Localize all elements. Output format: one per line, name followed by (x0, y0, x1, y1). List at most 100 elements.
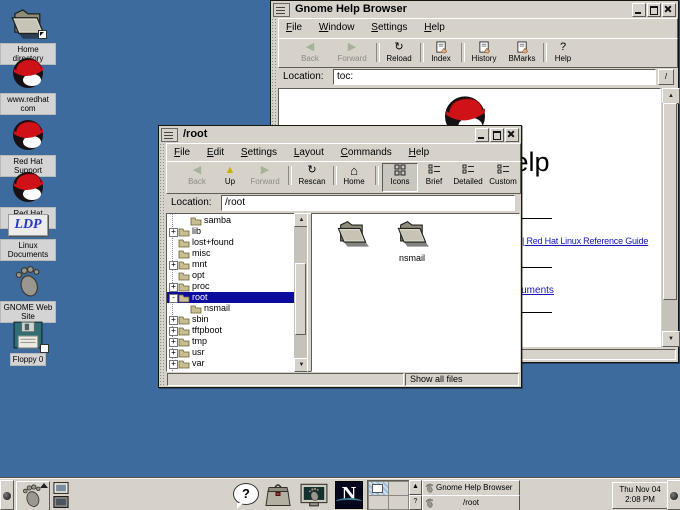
expander-icon[interactable]: + (169, 327, 178, 336)
help-icon: ? (548, 41, 578, 54)
expander-icon[interactable]: + (169, 360, 178, 369)
file-window-titlebar[interactable]: /root (159, 126, 521, 144)
scrollbar-thumb[interactable] (663, 103, 677, 300)
menu-file[interactable]: File (167, 144, 197, 160)
expander-icon[interactable]: + (169, 349, 178, 358)
close-button[interactable] (505, 128, 519, 142)
tree-item-var[interactable]: + var (167, 358, 295, 369)
menu-help[interactable]: Help (417, 19, 452, 35)
file-icon-pane[interactable]: nsmail (311, 213, 520, 372)
pager-desk-1-active[interactable] (368, 481, 389, 496)
panel-hide-left-button[interactable] (0, 480, 14, 510)
menu-commands[interactable]: Commands (334, 144, 399, 160)
desktop-icon-gnome-web-site[interactable]: GNOME Web Site (0, 264, 56, 323)
directory-tree-pane[interactable]: samba + lib lost+found misc + (166, 213, 296, 372)
home-button[interactable]: ⌂ Home (338, 164, 370, 186)
main-menu-button[interactable] (16, 481, 50, 510)
tree-item-tftpboot[interactable]: + tftpboot (167, 325, 295, 336)
index-icon (425, 41, 457, 54)
tree-item-opt[interactable]: opt (167, 270, 295, 281)
desktop-pager[interactable] (367, 480, 411, 510)
tree-item-nsmail[interactable]: nsmail (167, 303, 295, 314)
location-input[interactable]: toc: (333, 69, 656, 85)
expander-icon[interactable]: + (169, 283, 178, 292)
back-button[interactable]: ◀ Back (181, 164, 213, 186)
maximize-button[interactable] (490, 128, 504, 142)
desktop-icon-www-redhat-com[interactable]: www.redhat com (0, 54, 56, 115)
reload-button[interactable]: ↻ Reload (381, 41, 417, 63)
config-tool-launcher[interactable] (264, 481, 292, 509)
menu-help[interactable]: Help (402, 144, 437, 160)
reference-guide-link[interactable]: | Red Hat Linux Reference Guide (522, 236, 648, 246)
toolbar-separator (333, 166, 337, 185)
tree-item-lost-found[interactable]: lost+found (167, 237, 295, 248)
minimize-button[interactable] (475, 128, 489, 142)
terminal-launcher[interactable] (300, 481, 328, 509)
menu-file[interactable]: File (279, 19, 309, 35)
monitor-icon (53, 482, 69, 494)
back-button[interactable]: ◀ Back (292, 41, 328, 63)
file-item[interactable] (326, 218, 378, 253)
pager-desk-3[interactable] (368, 495, 389, 510)
brief-view-button[interactable]: Brief (420, 164, 448, 186)
forward-button[interactable]: ▶ Forward (331, 41, 373, 63)
tree-item-mnt[interactable]: + mnt (167, 259, 295, 270)
panel-hide-right-button[interactable] (667, 480, 680, 510)
task-button-root[interactable]: /root (422, 495, 520, 510)
tree-item-usr[interactable]: + usr (167, 347, 295, 358)
expander-icon[interactable]: - (169, 294, 178, 303)
expander-icon[interactable]: + (169, 316, 178, 325)
file-item-nsmail[interactable]: nsmail (386, 218, 438, 263)
monitor-applet[interactable] (53, 495, 69, 510)
close-button[interactable] (662, 3, 676, 17)
icons-view-button[interactable]: Icons (382, 163, 418, 192)
tree-item-proc[interactable]: + proc (167, 281, 295, 292)
help-launcher[interactable]: ? (233, 481, 261, 509)
tree-item-root-selected[interactable]: - root (167, 292, 295, 303)
location-dropdown-button[interactable]: / (658, 69, 674, 85)
expander-icon[interactable]: + (169, 338, 178, 347)
menu-settings[interactable]: Settings (364, 19, 414, 35)
scroll-up-icon[interactable]: ▲ (662, 88, 680, 104)
detailed-view-button[interactable]: Detailed (450, 164, 486, 186)
custom-view-button[interactable]: Custom (485, 164, 521, 186)
up-button[interactable]: ▲ Up (217, 164, 243, 186)
netscape-launcher[interactable]: N (335, 481, 363, 509)
menu-layout[interactable]: Layout (287, 144, 331, 160)
window-menu-icon[interactable] (273, 3, 290, 17)
help-scrollbar[interactable]: ▲ ▼ (662, 88, 678, 347)
maximize-button[interactable] (647, 3, 661, 17)
minimize-button[interactable] (632, 3, 646, 17)
index-button[interactable]: Index (425, 41, 457, 63)
tree-item-tmp[interactable]: + tmp (167, 336, 295, 347)
menu-window[interactable]: Window (312, 19, 362, 35)
pager-desk-4[interactable] (388, 495, 409, 510)
menu-settings[interactable]: Settings (234, 144, 284, 160)
clock-applet[interactable]: Thu Nov 04 2:08 PM (612, 482, 668, 509)
task-button-help-browser[interactable]: Gnome Help Browser (422, 480, 520, 496)
menu-edit[interactable]: Edit (200, 144, 231, 160)
tree-item-sbin[interactable]: + sbin (167, 314, 295, 325)
history-button[interactable]: History (466, 41, 502, 63)
tree-item-lib[interactable]: + lib (167, 226, 295, 237)
pager-desk-2[interactable] (388, 481, 409, 496)
pager-question-button[interactable]: ? (409, 495, 422, 510)
forward-button[interactable]: ▶ Forward (245, 164, 285, 186)
window-menu-icon[interactable] (161, 128, 178, 142)
desktop-icon-floppy[interactable]: Floppy 0 (0, 320, 56, 366)
bmarks-button[interactable]: BMarks (504, 41, 540, 63)
rescan-button[interactable]: ↻ Rescan (294, 164, 330, 186)
tree-scrollbar[interactable]: ▲ ▼ (294, 213, 307, 372)
tree-item-misc[interactable]: misc (167, 248, 295, 259)
tree-item-samba[interactable]: samba (167, 215, 295, 226)
help-window-titlebar[interactable]: Gnome Help Browser (271, 1, 678, 19)
expander-icon[interactable]: + (169, 261, 178, 270)
scroll-down-icon[interactable]: ▼ (662, 331, 680, 347)
location-input[interactable]: /root (221, 195, 515, 211)
scrollbar-thumb[interactable] (295, 263, 306, 335)
pager-up-button[interactable]: ▲ (409, 480, 422, 495)
expander-icon[interactable]: + (169, 228, 178, 237)
help-button[interactable]: ? Help (548, 41, 578, 63)
desktop-icon-linux-documents[interactable]: LDP Linux Documents (0, 214, 56, 261)
device-emblem-icon (40, 344, 49, 353)
